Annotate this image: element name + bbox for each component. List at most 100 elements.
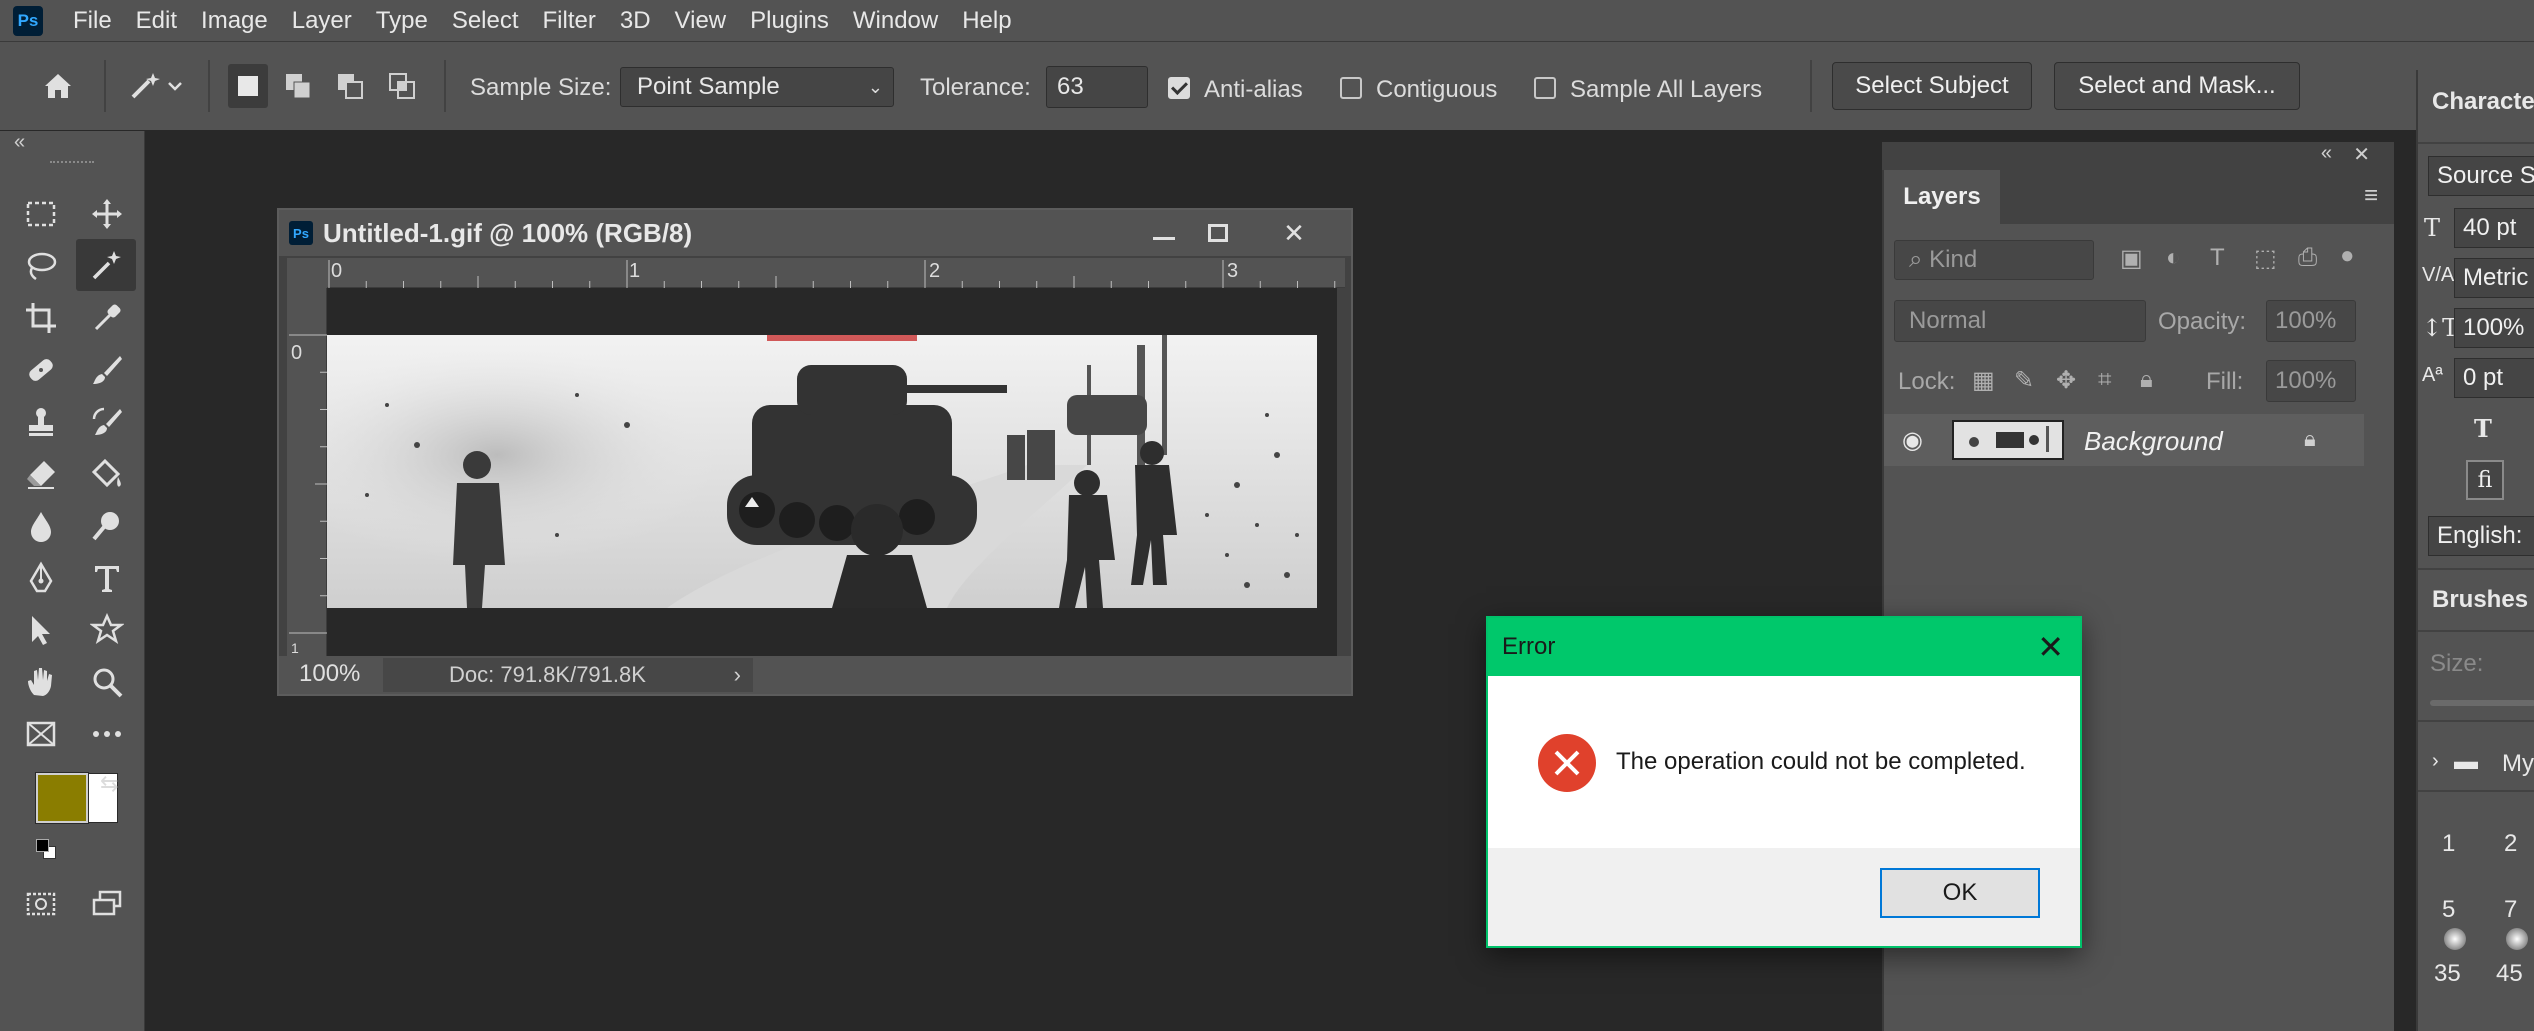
font-family-select[interactable]: Source Sa bbox=[2428, 156, 2534, 196]
collapse-panel-icon[interactable]: « bbox=[2321, 142, 2332, 165]
menu-edit[interactable]: Edit bbox=[124, 0, 189, 41]
chevron-right-icon[interactable]: › bbox=[2432, 750, 2439, 773]
photoshop-logo[interactable]: Ps bbox=[13, 5, 43, 36]
quick-mask-icon[interactable] bbox=[16, 881, 66, 927]
paint-bucket-icon[interactable] bbox=[82, 451, 132, 497]
history-brush-icon[interactable] bbox=[82, 399, 132, 445]
default-colors-icon[interactable] bbox=[36, 839, 58, 861]
canvas-image[interactable] bbox=[327, 335, 1317, 608]
lock-all-icon[interactable]: 🔒︎ bbox=[2140, 366, 2153, 394]
document-title-bar[interactable]: Ps Untitled-1.gif @ 100% (RGB/8) ✕ bbox=[279, 210, 1351, 256]
frame-icon[interactable] bbox=[16, 711, 66, 757]
eye-icon[interactable]: ◉ bbox=[1902, 426, 1923, 455]
more-tools-icon[interactable] bbox=[82, 711, 132, 757]
menu-layer[interactable]: Layer bbox=[280, 0, 364, 41]
zoom-level[interactable]: 100% bbox=[299, 660, 360, 688]
swap-colors-icon[interactable]: ⇆ bbox=[100, 771, 118, 797]
brush-folder-label[interactable]: My bbox=[2502, 750, 2534, 778]
minimize-icon[interactable] bbox=[1139, 214, 1189, 252]
character-panel-title[interactable]: Characte bbox=[2432, 88, 2534, 116]
filter-adjustment-icon[interactable]: ◐ bbox=[2166, 244, 2181, 272]
doc-size-info[interactable]: Doc: 791.8K/791.8K › bbox=[383, 658, 753, 692]
custom-shape-icon[interactable] bbox=[82, 607, 132, 653]
document-window[interactable]: Ps Untitled-1.gif @ 100% (RGB/8) ✕ 0 1 2… bbox=[277, 208, 1353, 696]
close-panel-icon[interactable]: ✕ bbox=[2353, 142, 2370, 167]
panel-menu-icon[interactable]: ≡ bbox=[2364, 182, 2378, 210]
close-icon[interactable]: ✕ bbox=[1269, 214, 1319, 252]
fill-input[interactable]: 100% bbox=[2266, 360, 2356, 402]
filter-type-icon[interactable]: T bbox=[2210, 244, 2225, 272]
healing-brush-icon[interactable] bbox=[16, 347, 66, 393]
close-icon[interactable]: ✕ bbox=[2037, 628, 2064, 666]
hand-icon[interactable] bbox=[16, 659, 66, 705]
filter-toggle-icon[interactable]: ● bbox=[2340, 242, 2355, 270]
brush-preset-45[interactable]: 45 bbox=[2496, 960, 2523, 988]
menu-filter[interactable]: Filter bbox=[531, 0, 608, 41]
zoom-icon[interactable] bbox=[82, 659, 132, 705]
menu-select[interactable]: Select bbox=[440, 0, 531, 41]
filter-shape-icon[interactable]: ⬚ bbox=[2254, 244, 2277, 273]
filter-smart-object-icon[interactable]: ⎙ bbox=[2298, 244, 2317, 272]
home-icon[interactable] bbox=[30, 62, 86, 110]
dodge-icon[interactable] bbox=[82, 503, 132, 549]
brush-preset-7[interactable]: 7 bbox=[2504, 896, 2517, 924]
vertical-scale-input[interactable]: 100% bbox=[2454, 308, 2534, 348]
blur-icon[interactable] bbox=[16, 503, 66, 549]
filter-pixel-icon[interactable]: ▣ bbox=[2120, 244, 2143, 273]
layer-row[interactable]: ◉ Background 🔒︎ bbox=[1884, 414, 2364, 466]
blend-mode-select[interactable]: Normal bbox=[1894, 300, 2146, 342]
menu-type[interactable]: Type bbox=[364, 0, 440, 41]
crop-icon[interactable] bbox=[16, 295, 66, 341]
error-dialog-title-bar[interactable]: Error ✕ bbox=[1488, 618, 2080, 676]
magic-wand-tool-preset-icon[interactable] bbox=[118, 62, 192, 110]
clone-stamp-icon[interactable] bbox=[16, 399, 66, 445]
chevron-right-icon[interactable]: › bbox=[734, 658, 741, 692]
add-to-selection-icon[interactable] bbox=[278, 64, 318, 108]
contiguous-checkbox[interactable] bbox=[1340, 77, 1362, 99]
toolbar-grip[interactable] bbox=[50, 161, 94, 167]
tolerance-input[interactable]: 63 bbox=[1046, 66, 1148, 108]
type-icon[interactable] bbox=[82, 555, 132, 601]
lock-artboard-icon[interactable]: ⌗ bbox=[2098, 366, 2112, 394]
canvas-area[interactable] bbox=[327, 288, 1337, 660]
eyedropper-icon[interactable] bbox=[82, 295, 132, 341]
faux-bold-icon[interactable]: T bbox=[2474, 414, 2492, 443]
menu-image[interactable]: Image bbox=[189, 0, 280, 41]
brush-preset-2[interactable]: 2 bbox=[2504, 830, 2517, 858]
magic-wand-icon[interactable] bbox=[76, 239, 136, 291]
select-and-mask-button[interactable]: Select and Mask... bbox=[2054, 62, 2300, 110]
lock-transparent-icon[interactable]: ▦ bbox=[1972, 366, 1995, 395]
language-select[interactable]: English: bbox=[2428, 516, 2534, 556]
rectangular-marquee-icon[interactable] bbox=[16, 191, 66, 237]
lock-image-icon[interactable]: ✎ bbox=[2014, 366, 2034, 395]
path-selection-icon[interactable] bbox=[16, 607, 66, 653]
opacity-input[interactable]: 100% bbox=[2266, 300, 2356, 342]
new-selection-icon[interactable] bbox=[228, 64, 268, 108]
tab-layers[interactable]: Layers bbox=[1884, 170, 2000, 224]
brush-preset-35[interactable]: 35 bbox=[2434, 960, 2461, 988]
menu-view[interactable]: View bbox=[663, 0, 739, 41]
lock-position-icon[interactable]: ✥ bbox=[2056, 366, 2076, 395]
brush-icon[interactable] bbox=[82, 347, 132, 393]
subtract-from-selection-icon[interactable] bbox=[330, 64, 370, 108]
soft-brush-icon[interactable] bbox=[2444, 928, 2466, 950]
select-subject-button[interactable]: Select Subject bbox=[1832, 62, 2032, 110]
brush-preset-5[interactable]: 5 bbox=[2442, 896, 2455, 924]
menu-file[interactable]: File bbox=[61, 0, 124, 41]
move-icon[interactable] bbox=[82, 191, 132, 237]
ligatures-icon[interactable]: fi bbox=[2466, 460, 2504, 500]
foreground-color-swatch[interactable] bbox=[35, 772, 89, 824]
sample-size-select[interactable]: Point Sample ⌄ bbox=[620, 67, 894, 107]
sample-all-layers-checkbox[interactable] bbox=[1534, 77, 1556, 99]
menu-window[interactable]: Window bbox=[841, 0, 950, 41]
collapse-toolbar-icon[interactable]: « bbox=[14, 131, 25, 154]
kerning-input[interactable]: Metric bbox=[2454, 258, 2534, 298]
menu-help[interactable]: Help bbox=[950, 0, 1023, 41]
brushes-panel-title[interactable]: Brushes bbox=[2432, 586, 2528, 614]
soft-brush-icon[interactable] bbox=[2506, 928, 2528, 950]
eraser-icon[interactable] bbox=[16, 451, 66, 497]
screen-mode-icon[interactable] bbox=[82, 881, 132, 927]
lasso-icon[interactable] bbox=[16, 243, 66, 289]
pen-icon[interactable] bbox=[16, 555, 66, 601]
filter-kind-select[interactable]: ⌕ Kind bbox=[1894, 240, 2094, 280]
